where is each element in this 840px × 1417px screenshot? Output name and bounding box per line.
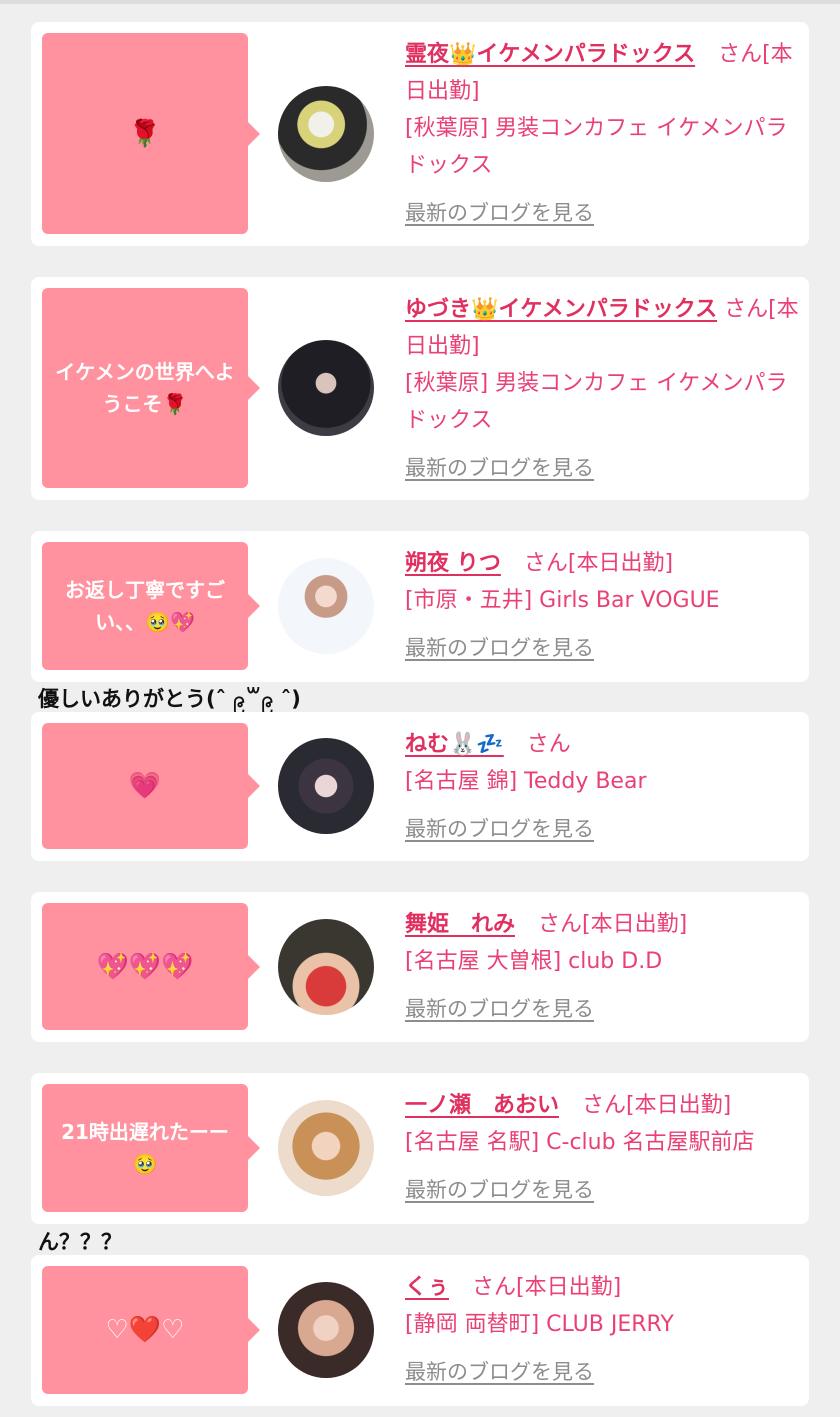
shop-info: [秋葉原] 男装コンカフェ イケメンパラドックス (405, 116, 788, 178)
shift-status: [本日出勤] (567, 551, 674, 576)
cast-avatar[interactable] (278, 919, 374, 1015)
message-text: 🌹 (128, 118, 162, 149)
latest-blog-link[interactable]: 最新のブログを見る (405, 197, 594, 227)
cast-avatar[interactable] (278, 1100, 374, 1196)
honorific-text: さん (724, 297, 769, 322)
cast-card[interactable]: 💖💖💖 舞姫 れみ さん[本日出勤] [名古屋 大曽根] club D.D 最新… (31, 892, 809, 1042)
latest-blog-link[interactable]: 最新のブログを見る (405, 813, 594, 843)
shift-status: [本日出勤] (516, 1275, 622, 1300)
message-text: 💖💖💖 (96, 951, 194, 982)
message-bubble: 🌹 (42, 33, 260, 234)
message-text: イケメンの世界へようこそ🌹 (55, 360, 235, 416)
latest-blog-link[interactable]: 最新のブログを見る (405, 632, 594, 662)
latest-blog-link[interactable]: 最新のブログを見る (405, 452, 594, 482)
cast-card[interactable]: 21時出遅れたーー🥹 一ノ瀬 あおい さん[本日出勤] [名古屋 名駅] C-c… (31, 1073, 809, 1224)
honorific-text: さん (472, 1275, 517, 1300)
message-text: お返し丁寧ですごい、、🥹💖 (65, 578, 225, 634)
honorific-text: さん (718, 42, 763, 67)
cast-name-link[interactable]: 朔夜 りつ (405, 551, 501, 576)
shop-info: [名古屋 大曽根] club D.D (405, 949, 663, 974)
cast-card[interactable]: ♡❤️♡ くぅ さん[本日出勤] [静岡 両替町] CLUB JERRY 最新の… (31, 1255, 809, 1406)
message-text: ♡❤️♡ (105, 1315, 185, 1345)
message-text: 21時出遅れたーー🥹 (61, 1120, 229, 1176)
cast-name-link[interactable]: 舞姫 れみ (405, 912, 515, 937)
honorific-text: さん (582, 1093, 627, 1118)
honorific-text: さん (523, 551, 568, 576)
latest-blog-link[interactable]: 最新のブログを見る (405, 993, 594, 1023)
cast-avatar[interactable] (278, 738, 374, 834)
message-bubble: ♡❤️♡ (42, 1266, 260, 1394)
cast-name-link[interactable]: ねむ🐰💤 (405, 732, 504, 757)
cast-name-link[interactable]: ゆづき👑イケメンパラドックス (405, 297, 717, 322)
shop-info: [名古屋 錦] Teddy Bear (405, 769, 647, 794)
cast-card[interactable]: お返し丁寧ですごい、、🥹💖 朔夜 りつ さん[本日出勤] [市原・五井] Gir… (31, 531, 809, 682)
cast-card[interactable]: イケメンの世界へようこそ🌹 ゆづき👑イケメンパラドックス さん[本日出勤] [秋… (31, 277, 809, 500)
cast-name-link[interactable]: 一ノ瀬 あおい (405, 1093, 559, 1118)
cast-name-link[interactable]: くぅ (405, 1275, 449, 1300)
message-bubble: 💖💖💖 (42, 903, 260, 1030)
comment-text: ん？？？ (38, 1230, 122, 1254)
message-bubble: イケメンの世界へようこそ🌹 (42, 288, 260, 488)
cast-avatar[interactable] (278, 1282, 374, 1378)
shop-info: [名古屋 名駅] C-club 名古屋駅前店 (405, 1130, 755, 1155)
cast-card[interactable]: 💗 ねむ🐰💤 さん [名古屋 錦] Teddy Bear 最新のブログを見る (31, 712, 809, 861)
message-bubble: 21時出遅れたーー🥹 (42, 1084, 260, 1212)
shop-info: [市原・五井] Girls Bar VOGUE (405, 588, 720, 613)
shop-info: [秋葉原] 男装コンカフェ イケメンパラドックス (405, 371, 788, 433)
cast-card[interactable]: 🌹 霊夜👑イケメンパラドックス さん[本日出勤] [秋葉原] 男装コンカフェ イ… (31, 22, 809, 246)
honorific-text: さん (538, 912, 583, 937)
shift-status: [本日出勤] (626, 1093, 732, 1118)
message-text: 💗 (128, 771, 162, 801)
cast-avatar[interactable] (278, 86, 374, 182)
cast-name-link[interactable]: 霊夜👑イケメンパラドックス (405, 42, 695, 67)
honorific-text: さん (526, 732, 571, 757)
latest-blog-link[interactable]: 最新のブログを見る (405, 1174, 594, 1204)
cast-avatar[interactable] (278, 558, 374, 654)
latest-blog-link[interactable]: 最新のブログを見る (405, 1356, 594, 1386)
cast-avatar[interactable] (278, 340, 374, 436)
message-bubble: お返し丁寧ですごい、、🥹💖 (42, 542, 260, 670)
message-bubble: 💗 (42, 723, 260, 849)
shop-info: [静岡 両替町] CLUB JERRY (405, 1312, 674, 1337)
top-divider (0, 0, 840, 4)
shift-status: [本日出勤] (582, 912, 688, 937)
